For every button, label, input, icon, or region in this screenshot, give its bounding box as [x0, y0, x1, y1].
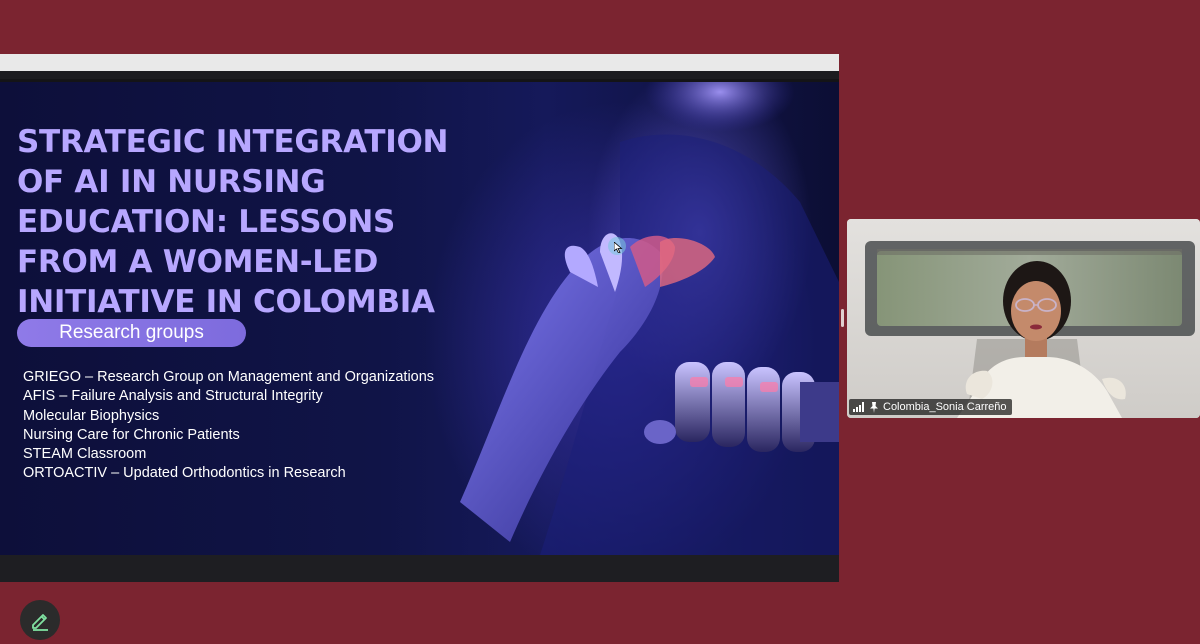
research-groups-list: GRIEGO – Research Group on Management an…: [23, 368, 434, 484]
list-item: AFIS – Failure Analysis and Structural I…: [23, 388, 323, 405]
list-item: ORTOACTIV – Updated Orthodontics in Rese…: [23, 465, 346, 482]
pin-icon: [870, 401, 878, 413]
shared-screen-top-bar: [0, 54, 839, 71]
pencil-icon: [32, 614, 48, 631]
annotate-button[interactable]: [20, 600, 60, 640]
presentation-slide: STRATEGIC INTEGRATION OF AI IN NURSING E…: [0, 82, 839, 555]
list-item: GRIEGO – Research Group on Management an…: [23, 369, 435, 385]
panel-resize-handle[interactable]: [841, 309, 844, 327]
participant-name: Colombia_Sonia Carreño: [883, 401, 1007, 413]
shared-screen-top-shadow: [0, 71, 839, 79]
participant-video: [847, 219, 1200, 418]
list-item: Molecular Biophysics: [23, 407, 160, 424]
participant-name-tag: Colombia_Sonia Carreño: [849, 399, 1012, 415]
signal-strength-icon: [853, 402, 864, 412]
shared-screen-bottom-bar: [0, 555, 839, 582]
list-item: Nursing Care for Chronic Patients: [23, 426, 240, 443]
list-item: STEAM Classroom: [23, 446, 147, 463]
participant-video-tile[interactable]: Colombia_Sonia Carreño: [847, 219, 1200, 418]
slide-title: STRATEGIC INTEGRATION OF AI IN NURSING E…: [17, 124, 449, 320]
section-label-pill: Research groups: [17, 319, 246, 347]
remote-cursor-icon: [608, 237, 626, 255]
